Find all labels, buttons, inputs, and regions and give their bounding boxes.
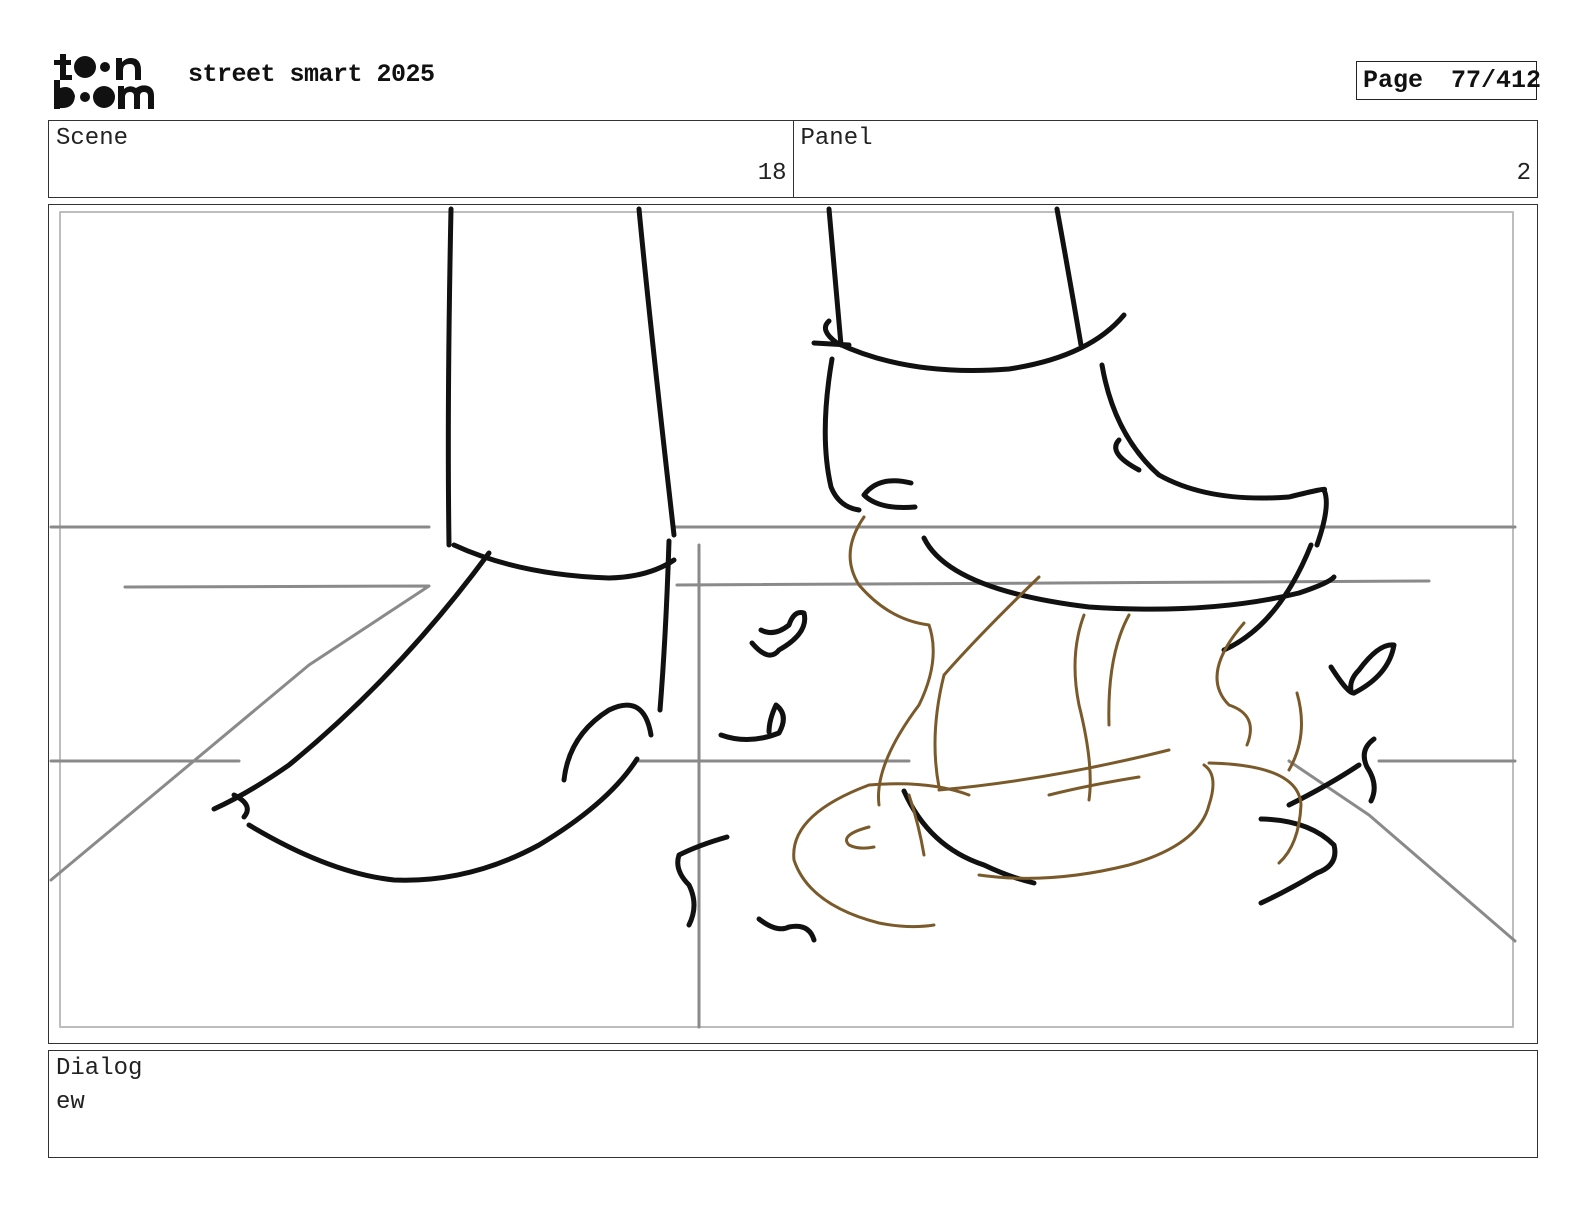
page-indicator: Page 77/412 <box>1356 61 1541 100</box>
scene-panel-info: Scene 18 Panel 2 <box>48 120 1538 198</box>
page-label: Page <box>1363 66 1424 95</box>
scene-label: Scene <box>56 125 129 152</box>
dialog-text: ew <box>56 1089 85 1116</box>
project-title: street smart 2025 <box>188 60 435 89</box>
scene-cell: Scene 18 <box>49 121 793 197</box>
panel-label: Panel <box>800 125 873 152</box>
scene-number: 18 <box>757 160 787 187</box>
storyboard-panel <box>48 204 1538 1044</box>
left-leg-sketch <box>211 206 677 883</box>
panel-number: 2 <box>1516 160 1531 187</box>
sketch-drawing <box>49 206 1517 1029</box>
dialog-label: Dialog <box>56 1055 143 1082</box>
safe-area-frame <box>59 211 1514 1028</box>
stink-lines <box>792 515 1303 929</box>
page-number: 77/412 <box>1451 66 1542 95</box>
toon-boom-logo <box>54 54 154 109</box>
dialog-box: Dialog ew <box>48 1050 1538 1158</box>
panel-cell: Panel 2 <box>792 121 1538 197</box>
